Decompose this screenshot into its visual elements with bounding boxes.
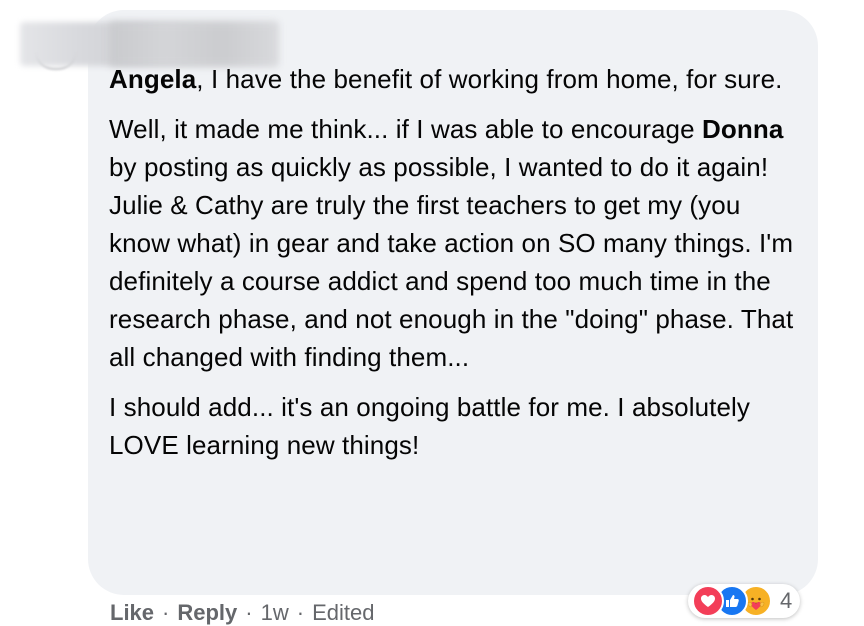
timestamp[interactable]: 1w: [261, 600, 289, 625]
love-icon: [692, 585, 724, 617]
comment-body: Angela, I have the benefit of working fr…: [109, 60, 799, 476]
comment-paragraph-2: Well, it made me think... if I was able …: [109, 110, 799, 376]
reaction-count: 4: [780, 588, 793, 613]
mention-angela[interactable]: Angela: [109, 64, 196, 94]
comment-paragraph-2-text-a: Well, it made me think... if I was able …: [109, 114, 702, 144]
reply-button[interactable]: Reply: [177, 600, 237, 625]
separator: ·: [162, 600, 170, 625]
comment-paragraph-2-text-b: by posting as quickly as possible, I wan…: [109, 152, 794, 372]
comment-paragraph-3: I should add... it's an ongoing battle f…: [109, 392, 751, 460]
comment-paragraph-1: Angela, I have the benefit of working fr…: [109, 60, 799, 98]
comment-paragraph-1-text: , I have the benefit of working from hom…: [196, 64, 783, 94]
like-button[interactable]: Like: [110, 600, 154, 625]
comment-actions: Like · Reply · 1w · Edited: [110, 600, 374, 626]
mention-donna[interactable]: Donna: [702, 114, 783, 144]
edited-label[interactable]: Edited: [312, 600, 374, 625]
reactions-summary[interactable]: 4: [688, 584, 801, 618]
avatar[interactable]: [36, 52, 76, 70]
separator: ·: [296, 600, 305, 625]
separator: ·: [245, 600, 253, 625]
